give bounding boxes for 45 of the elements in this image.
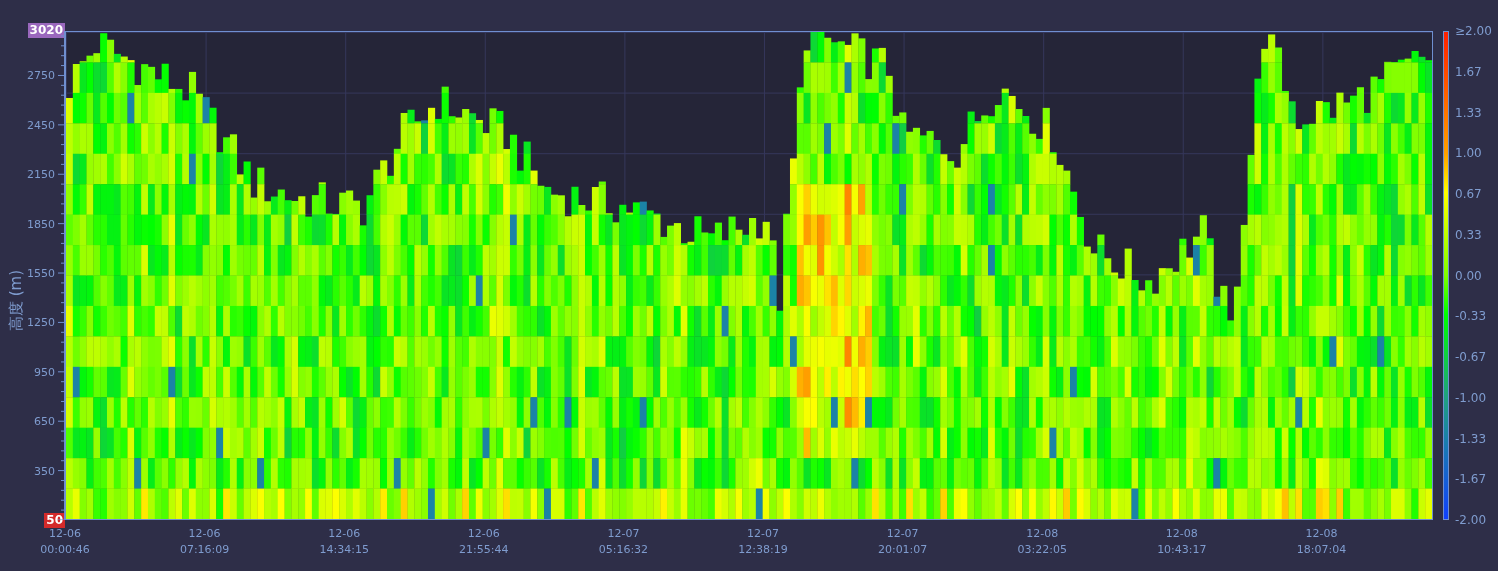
color-scale-label: 0.33 xyxy=(1455,226,1483,243)
y-max-label: 3020 xyxy=(27,23,65,38)
x-tick-time: 10:43:17 xyxy=(1157,542,1207,558)
color-scale-label: 0.00 xyxy=(1455,267,1483,284)
color-scale-label: 1.00 xyxy=(1455,145,1483,162)
y-tick-label: 350 xyxy=(34,464,55,478)
x-tick-time: 18:07:04 xyxy=(1296,542,1347,558)
y-tick-label: 1850 xyxy=(27,217,55,231)
y-tick-label: 650 xyxy=(34,414,55,428)
color-scale-label: -1.33 xyxy=(1455,430,1488,447)
color-scale-label: 0.67 xyxy=(1455,186,1483,202)
x-tick-date: 12-08 xyxy=(1026,526,1059,542)
x-tick-date: 12-08 xyxy=(1165,526,1198,542)
color-scale-label: -1.00 xyxy=(1455,389,1488,406)
x-tick-date: 12-08 xyxy=(1305,526,1338,542)
y-tick-label: 2450 xyxy=(27,118,55,132)
color-scale-label: ≥2.00 xyxy=(1455,23,1493,39)
color-scale-label: 1.33 xyxy=(1455,104,1483,121)
y-tick-label: 950 xyxy=(34,365,55,379)
x-tick-time: 21:55:44 xyxy=(459,542,509,558)
color-scale-label: -0.33 xyxy=(1455,308,1488,325)
x-tick-time: 07:16:09 xyxy=(179,542,230,558)
y-axis-title: 高度 (m) xyxy=(7,269,27,332)
x-tick-time: 12:38:19 xyxy=(738,542,788,558)
x-tick-date: 12-06 xyxy=(467,526,500,542)
y-min-label: 50 xyxy=(44,513,65,528)
x-tick-date: 12-06 xyxy=(49,526,81,542)
x-tick-time: 03:22:05 xyxy=(1017,542,1067,558)
y-tick-label: 2150 xyxy=(27,167,55,181)
y-tick-label: 2750 xyxy=(27,68,55,82)
x-tick-date: 12-07 xyxy=(747,526,779,542)
y-tick-label: 1550 xyxy=(27,266,55,280)
x-tick-time: 05:16:32 xyxy=(598,542,649,558)
color-scale-label: -2.00 xyxy=(1455,512,1488,528)
x-tick-date: 12-06 xyxy=(188,526,221,542)
y-tick-label: 1250 xyxy=(27,315,55,329)
color-scale-label: -1.67 xyxy=(1455,471,1488,488)
x-tick-time: 20:01:07 xyxy=(877,542,928,558)
x-tick-date: 12-06 xyxy=(328,526,361,542)
x-tick-date: 12-07 xyxy=(607,526,640,542)
x-tick-time: 00:00:46 xyxy=(40,542,90,558)
x-tick-time: 14:34:15 xyxy=(319,542,369,558)
color-scale-label: 1.67 xyxy=(1455,63,1483,80)
color-scale-label: -0.67 xyxy=(1455,349,1488,365)
x-tick-date: 12-07 xyxy=(886,526,919,542)
